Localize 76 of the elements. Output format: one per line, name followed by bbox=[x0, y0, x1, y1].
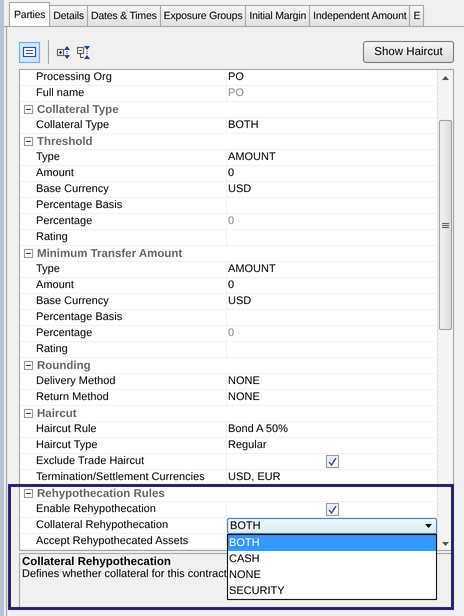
property-name: Percentage bbox=[20, 214, 227, 229]
expand-all-icon[interactable] bbox=[57, 46, 71, 58]
scrollbar[interactable] bbox=[437, 70, 453, 550]
property-value: 0 bbox=[227, 214, 236, 229]
property-value: BOTH bbox=[227, 118, 260, 133]
property-value: 0 bbox=[227, 326, 236, 341]
property-name: Full name bbox=[20, 86, 227, 101]
show-haircut-button[interactable]: Show Haircut bbox=[363, 41, 454, 63]
tab[interactable]: Initial Margin bbox=[245, 5, 310, 26]
property-name: Enable Rehypothecation bbox=[20, 502, 227, 517]
tab[interactable]: Details bbox=[49, 5, 88, 26]
description-text: Defines whether collateral for this contract bbox=[22, 568, 227, 580]
categorized-view-button[interactable] bbox=[19, 42, 40, 62]
description-title: Collateral Rehypothecation bbox=[22, 556, 171, 568]
property-name: Amount bbox=[20, 166, 227, 181]
dropdown-option[interactable]: NONE bbox=[228, 567, 436, 583]
scroll-thumb[interactable] bbox=[439, 120, 452, 330]
property-name: Termination/Settlement Currencies bbox=[20, 470, 227, 485]
property-value: NONE bbox=[227, 374, 261, 389]
section-header: Rehypothecation Rules bbox=[37, 488, 165, 500]
dropdown-option[interactable]: CASH bbox=[228, 551, 436, 567]
collapse-all-icon[interactable] bbox=[77, 46, 91, 58]
property-name: Rating bbox=[20, 230, 227, 245]
property-name: Haircut Type bbox=[20, 438, 227, 453]
property-value: USD bbox=[227, 182, 252, 197]
property-value: Bond A 50% bbox=[227, 422, 289, 437]
property-name: Amount bbox=[20, 278, 227, 293]
property-value: USD bbox=[227, 294, 252, 309]
collapse-icon[interactable] bbox=[24, 249, 33, 258]
property-name: Base Currency bbox=[20, 182, 227, 197]
property-name: Percentage bbox=[20, 326, 227, 341]
tab[interactable]: Independent Amount bbox=[309, 5, 410, 26]
property-value: 0 bbox=[227, 166, 236, 181]
checkbox[interactable] bbox=[326, 455, 338, 468]
dropdown-option[interactable]: SECURITY bbox=[228, 583, 436, 599]
section-header: Threshold bbox=[37, 136, 93, 148]
scroll-down-icon[interactable] bbox=[442, 542, 449, 546]
section-header: Minimum Transfer Amount bbox=[37, 248, 182, 260]
property-value: NONE bbox=[227, 390, 261, 405]
collapse-icon[interactable] bbox=[24, 105, 33, 114]
tab[interactable]: Dates & Times bbox=[86, 5, 161, 26]
property-value: Regular bbox=[227, 438, 268, 453]
tab[interactable]: E bbox=[409, 5, 424, 26]
property-name: Exclude Trade Haircut bbox=[20, 454, 227, 469]
property-value: USD, EUR bbox=[227, 470, 282, 485]
property-value: PO bbox=[227, 86, 245, 101]
property-name: Percentage Basis bbox=[20, 310, 227, 325]
property-name: Type bbox=[20, 150, 227, 165]
caret-icon bbox=[425, 524, 432, 528]
tab[interactable]: Parties bbox=[9, 2, 50, 26]
property-value: PO bbox=[227, 70, 245, 85]
property-name: Rating bbox=[20, 342, 227, 357]
list-icon bbox=[23, 47, 36, 57]
collapse-icon[interactable] bbox=[24, 361, 33, 370]
dropdown[interactable]: BOTH bbox=[227, 518, 437, 534]
property-value: AMOUNT bbox=[227, 150, 277, 165]
collapse-icon[interactable] bbox=[24, 137, 33, 146]
property-name: Percentage Basis bbox=[20, 198, 227, 213]
section-header: Haircut bbox=[37, 408, 77, 420]
property-name: Haircut Rule bbox=[20, 422, 227, 437]
property-value: 0 bbox=[227, 278, 236, 293]
collapse-icon[interactable] bbox=[24, 489, 33, 498]
property-value: AMOUNT bbox=[227, 262, 277, 277]
section-header: Rounding bbox=[37, 360, 91, 372]
property-name: Collateral Type bbox=[20, 118, 227, 133]
scroll-up-icon[interactable] bbox=[442, 76, 449, 80]
property-name: Type bbox=[20, 262, 227, 277]
section-header: Collateral Type bbox=[37, 104, 119, 116]
collapse-icon[interactable] bbox=[24, 409, 33, 418]
property-name: Accept Rehypothecated Assets bbox=[20, 534, 227, 549]
property-name: Return Method bbox=[20, 390, 227, 405]
tab[interactable]: Exposure Groups bbox=[160, 5, 246, 26]
property-name: Processing Org bbox=[20, 70, 227, 85]
property-name: Delivery Method bbox=[20, 374, 227, 389]
property-name: Base Currency bbox=[20, 294, 227, 309]
checkbox[interactable] bbox=[326, 503, 338, 516]
